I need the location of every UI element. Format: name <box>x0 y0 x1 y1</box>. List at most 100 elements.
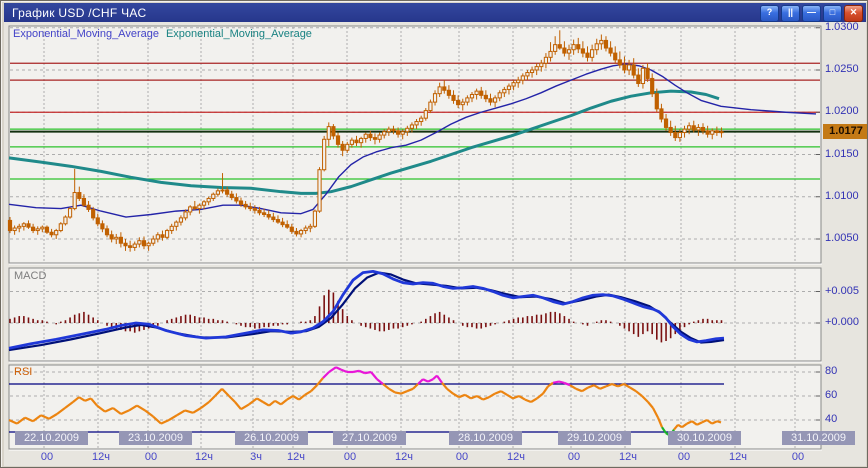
candle-body <box>192 206 197 210</box>
candle-body <box>271 216 276 221</box>
date-chip: 22.10.2009 <box>15 431 88 445</box>
time-tick-label: 00 <box>791 451 805 463</box>
candle-body <box>548 50 553 58</box>
candle-body <box>673 132 678 139</box>
price-axis-label: 1.0300 <box>825 20 859 33</box>
candle-body <box>622 64 627 71</box>
candle-body <box>719 131 724 134</box>
ema-slow-legend-label: Exponential_Moving_Average <box>165 28 312 40</box>
candle-body <box>285 224 290 228</box>
candle-body <box>317 169 322 212</box>
candle-body <box>354 139 359 144</box>
candle-body <box>243 203 248 208</box>
date-chip: 27.10.2009 <box>333 431 406 445</box>
candle-body <box>26 223 31 228</box>
rsi-line-segment <box>394 391 402 395</box>
candle-body <box>599 39 604 45</box>
candle-body <box>594 43 599 51</box>
time-tick-label: 00 <box>40 451 54 463</box>
candle-body <box>308 225 313 229</box>
candle-body <box>63 216 68 225</box>
time-tick-label: 12ч <box>195 451 213 463</box>
date-chip: 30.10.2009 <box>668 431 741 445</box>
candle-body <box>21 223 26 227</box>
candle-body <box>626 64 632 71</box>
candle-body <box>303 227 308 232</box>
candle-body <box>326 126 331 140</box>
candle-body <box>155 234 160 240</box>
candle-body <box>91 208 96 219</box>
chart-canvas[interactable] <box>1 1 868 468</box>
candle-body <box>146 242 151 247</box>
candle-body <box>382 131 387 136</box>
candle-body <box>31 226 36 232</box>
candle-body <box>566 49 572 54</box>
time-tick-label: 12ч <box>287 451 305 463</box>
candle-body <box>54 230 59 236</box>
macd-panel-label: MACD <box>14 270 47 282</box>
candle-body <box>7 219 13 232</box>
candle-body <box>534 66 539 71</box>
candle-body <box>696 126 701 131</box>
candle-body <box>423 110 428 119</box>
candle-body <box>474 90 479 96</box>
candle-body <box>211 193 216 199</box>
candle-body <box>687 125 692 130</box>
price-axis-label: 1.0200 <box>825 105 859 118</box>
time-tick-label: 12ч <box>92 451 110 463</box>
candle-body <box>128 245 133 248</box>
candle-body <box>386 128 391 133</box>
candle-body <box>395 130 401 135</box>
candle-body <box>67 208 73 218</box>
candle-body <box>248 206 253 210</box>
candle-body <box>289 226 294 232</box>
candle-body <box>141 240 147 247</box>
candle-body <box>58 223 63 232</box>
candle-body <box>49 231 54 236</box>
candle-body <box>451 94 456 101</box>
candle-body <box>557 44 562 49</box>
date-chip: 23.10.2009 <box>119 431 192 445</box>
indicator-legend: Exponential_Moving_Average Exponential_Mo… <box>13 28 312 40</box>
candle-body <box>234 197 239 202</box>
candle-body <box>257 209 262 214</box>
candle-body <box>77 192 82 199</box>
candle-body <box>275 219 281 223</box>
candle-body <box>349 139 354 145</box>
candle-body <box>590 49 595 58</box>
time-tick-label: 00 <box>144 451 158 463</box>
candle-body <box>520 75 525 81</box>
time-tick-label: 12ч <box>729 451 747 463</box>
candle-body <box>86 204 91 210</box>
candle-body <box>562 47 567 54</box>
date-chip: 26.10.2009 <box>235 431 308 445</box>
candle-body <box>123 242 128 247</box>
candle-body <box>682 128 687 134</box>
candle-body <box>488 98 493 103</box>
candle-body <box>585 52 590 58</box>
candle-body <box>104 228 110 236</box>
candle-body <box>400 131 405 135</box>
candle-body <box>405 127 410 133</box>
candle-body <box>631 64 636 76</box>
candle-body <box>414 121 419 126</box>
candle-body <box>460 101 465 106</box>
rsi-panel-label: RSI <box>14 366 33 378</box>
candle-body <box>576 44 581 50</box>
candle-body <box>529 69 535 74</box>
candle-body <box>456 99 461 106</box>
ema-fast-legend-label: Exponential_Moving_Average <box>13 28 159 40</box>
price-axis-label: 1.0050 <box>825 232 859 244</box>
date-chip: 31.10.2009 <box>782 431 855 445</box>
candle-body <box>553 44 558 52</box>
macd-axis-label: +0.005 <box>825 284 859 297</box>
candle-body <box>312 210 318 227</box>
candle-body <box>663 118 669 128</box>
candle-body <box>137 240 142 245</box>
candle-body <box>44 226 50 233</box>
candle-body <box>377 134 382 140</box>
candle-body <box>437 86 442 95</box>
candle-body <box>483 94 488 100</box>
chart-client-area: Exponential_Moving_Average Exponential_Mo… <box>4 20 867 466</box>
candle-body <box>178 217 184 223</box>
